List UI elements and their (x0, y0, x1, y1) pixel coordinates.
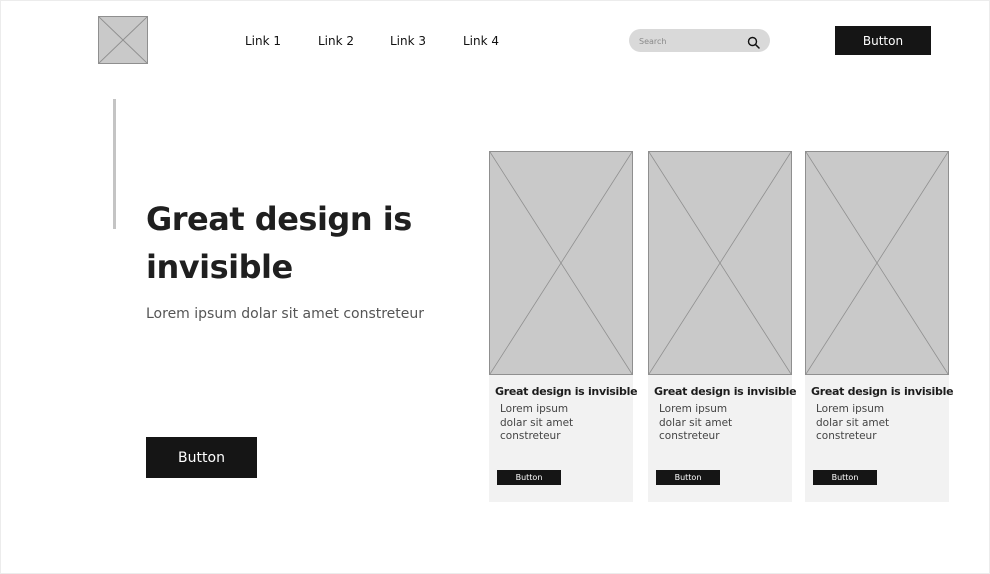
card-button[interactable]: Button (656, 470, 720, 485)
card-title: Great design is invisible (811, 385, 954, 398)
card-text: Lorem ipsum dolar sit amet constreteur (816, 403, 890, 443)
card-image-placeholder-icon (805, 151, 949, 375)
logo-image-placeholder-icon[interactable] (98, 16, 148, 64)
hero-subtitle: Lorem ipsum dolar sit amet constreteur (146, 306, 425, 322)
card-title: Great design is invisible (495, 385, 638, 398)
nav-link-1[interactable]: Link 1 (245, 34, 281, 48)
card-button[interactable]: Button (813, 470, 877, 485)
accent-bar (113, 99, 116, 229)
nav-link-2[interactable]: Link 2 (318, 34, 354, 48)
card-button[interactable]: Button (497, 470, 561, 485)
search-input[interactable] (639, 34, 739, 48)
card-text: Lorem ipsum dolar sit amet constreteur (659, 403, 733, 443)
card: Great design is invisible Lorem ipsum do… (648, 151, 797, 502)
nav-link-4[interactable]: Link 4 (463, 34, 499, 48)
hero-title: Great design is invisible (146, 200, 412, 286)
card: Great design is invisible Lorem ipsum do… (489, 151, 638, 502)
card-image-placeholder-icon (648, 151, 792, 375)
page-frame: Link 1 Link 2 Link 3 Link 4 Button Great… (0, 0, 990, 574)
card-text: Lorem ipsum dolar sit amet constreteur (500, 403, 574, 443)
hero-button[interactable]: Button (146, 437, 257, 478)
card-title: Great design is invisible (654, 385, 797, 398)
nav-link-3[interactable]: Link 3 (390, 34, 426, 48)
search-bar (629, 29, 770, 52)
header-button[interactable]: Button (835, 26, 931, 55)
card: Great design is invisible Lorem ipsum do… (805, 151, 954, 502)
card-image-placeholder-icon (489, 151, 633, 375)
search-icon[interactable] (747, 34, 760, 49)
